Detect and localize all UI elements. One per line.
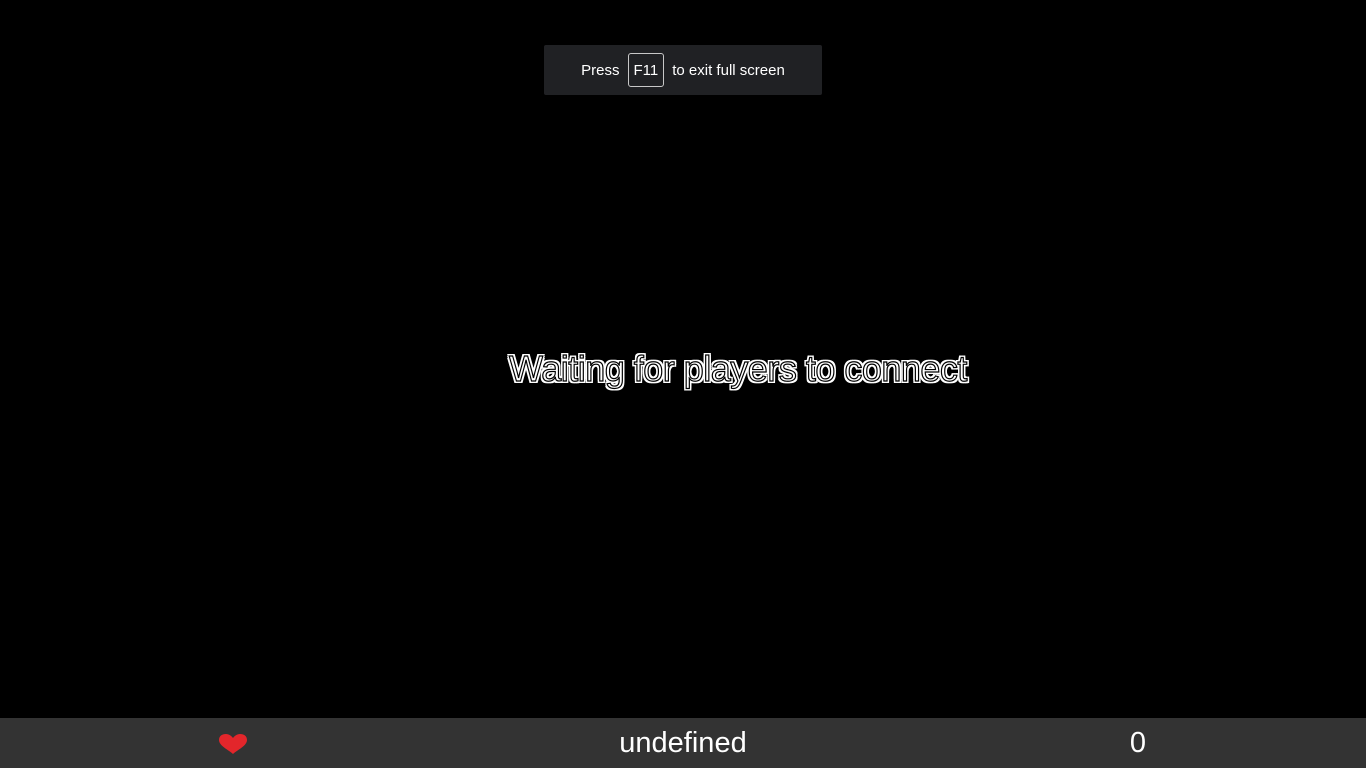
score-counter: 0 (1129, 727, 1147, 759)
fullscreen-notice-prefix: Press (581, 61, 620, 79)
game-screen[interactable]: Press F11 to exit full screen Waiting fo… (0, 0, 1366, 768)
fullscreen-notice: Press F11 to exit full screen (544, 45, 822, 95)
fullscreen-notice-suffix: to exit full screen (672, 61, 785, 79)
hud-bar: undefined 0 (0, 718, 1366, 768)
waiting-message: Waiting for players to connect (508, 347, 968, 389)
f11-key-badge: F11 (627, 53, 665, 87)
